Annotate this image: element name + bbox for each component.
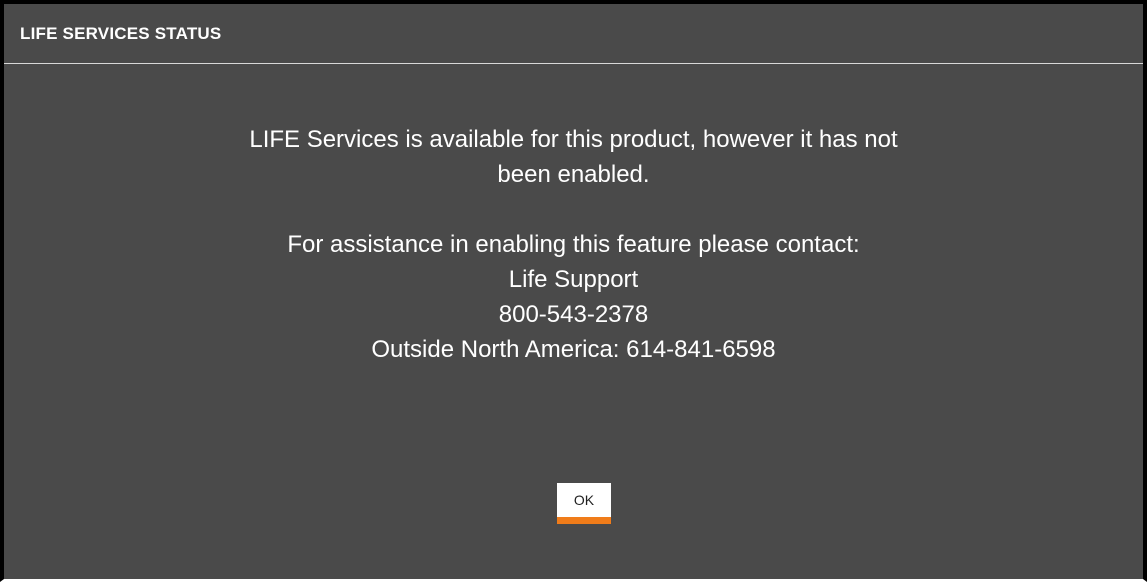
message-line-support-name: Life Support	[508, 266, 639, 293]
dialog-message: LIFE Services is available for this prod…	[4, 122, 1143, 367]
dialog-title-bar: LIFE SERVICES STATUS	[4, 4, 1143, 64]
message-line-international-phone: Outside North America: 614-841-6598	[371, 336, 776, 363]
life-services-status-dialog: LIFE SERVICES STATUS LIFE Services is av…	[0, 0, 1147, 582]
message-line-not-enabled: been enabled.	[497, 161, 650, 188]
message-spacer	[4, 192, 1143, 227]
message-line-availability: LIFE Services is available for this prod…	[249, 126, 898, 153]
dialog-title: LIFE SERVICES STATUS	[20, 23, 222, 43]
message-line-assistance: For assistance in enabling this feature …	[287, 231, 860, 258]
message-line-support-phone: 800-543-2378	[498, 301, 649, 328]
ok-button[interactable]: OK	[557, 483, 611, 524]
